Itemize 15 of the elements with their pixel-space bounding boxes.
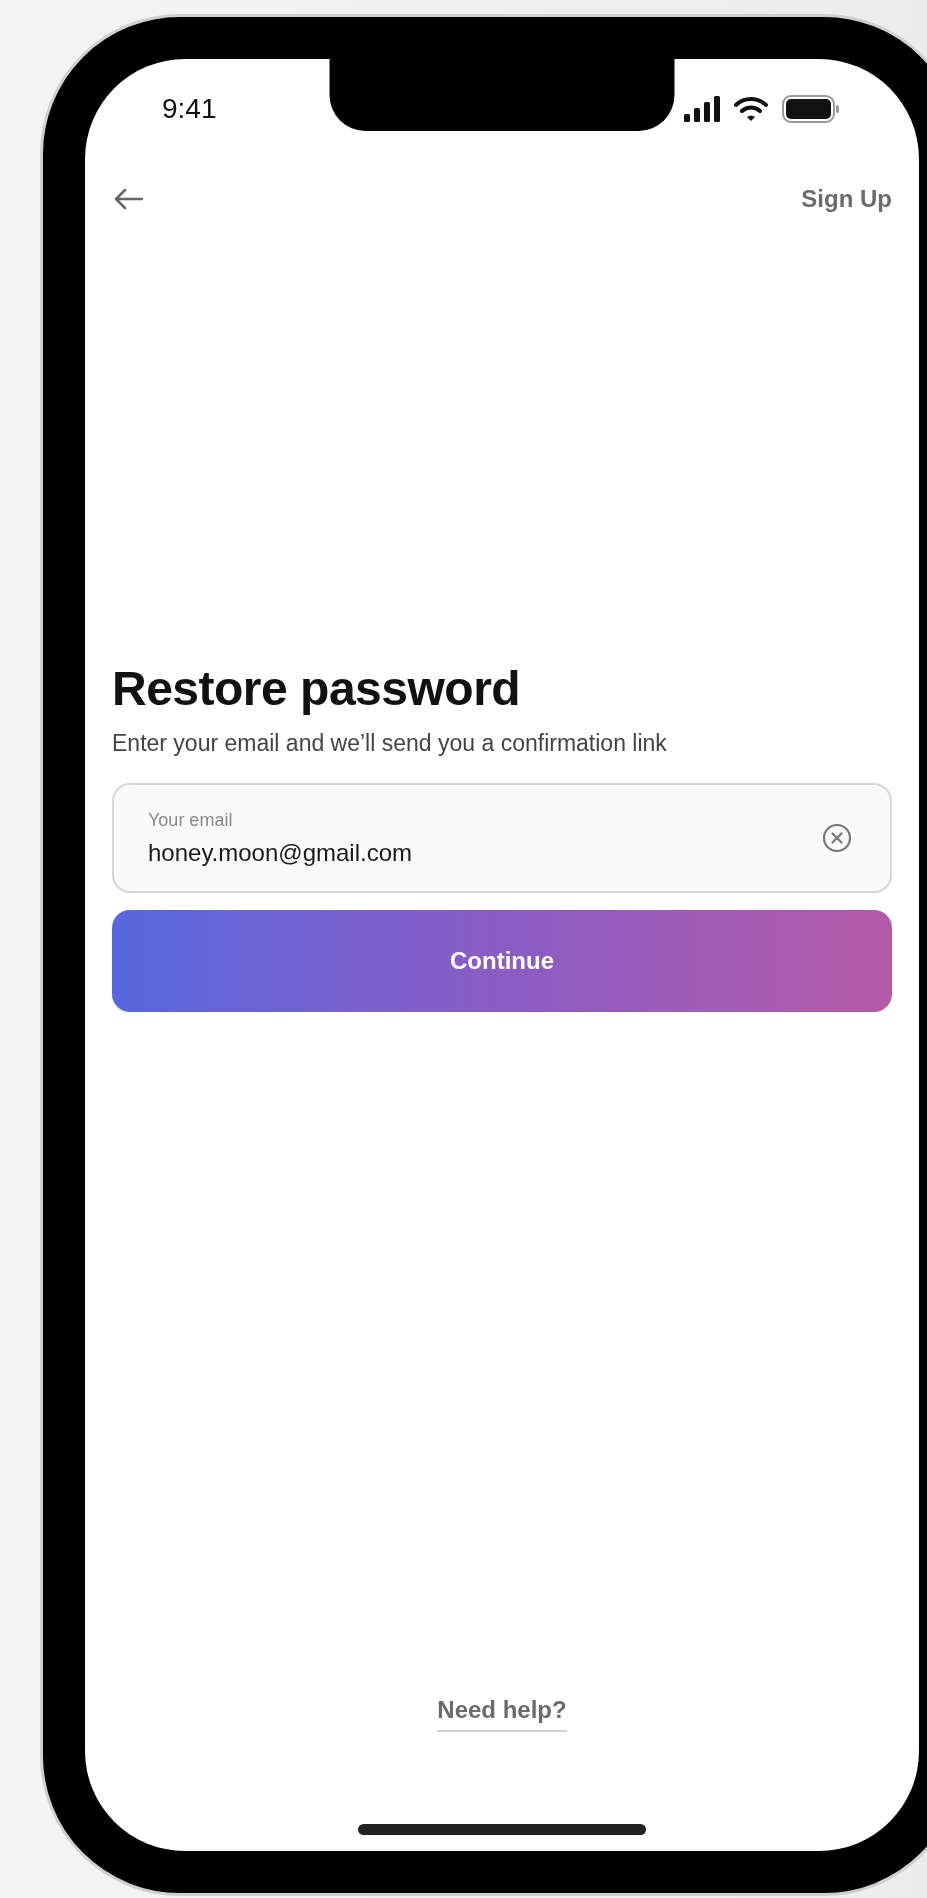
email-field[interactable]: Your email honey.moon@gmail.com: [112, 783, 892, 893]
back-arrow-icon: [114, 188, 144, 210]
field-label: Your email: [148, 809, 234, 832]
sign-up-link[interactable]: Sign Up: [801, 181, 892, 217]
wifi-icon: [734, 96, 768, 122]
clear-button[interactable]: [822, 823, 852, 853]
back-button[interactable]: [112, 186, 146, 212]
help-link[interactable]: Need help?: [437, 1692, 567, 1732]
page-subtitle: Enter your email and we’ll send you a confirmation link: [112, 729, 668, 757]
email-input[interactable]: honey.moon@gmail.com: [148, 838, 822, 868]
page-title: Restore password: [112, 663, 522, 715]
signal-icon: [684, 96, 720, 122]
status-time: 9:41: [162, 95, 217, 123]
continue-button[interactable]: Continue: [112, 910, 892, 1012]
battery-icon: [782, 95, 840, 123]
